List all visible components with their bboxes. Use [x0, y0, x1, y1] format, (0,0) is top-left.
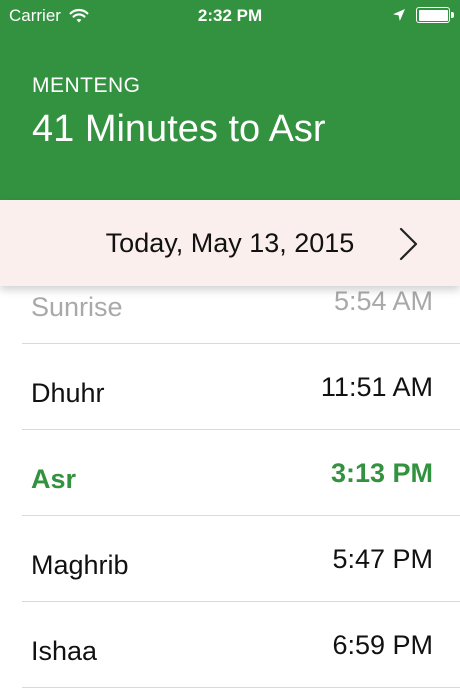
prayer-list: Sunrise 5:54 AM Dhuhr 11:51 AM Asr 3:13 …	[0, 258, 460, 688]
countdown-title: 41 Minutes to Asr	[32, 108, 326, 150]
prayer-name: Ishaa	[31, 636, 98, 666]
prayer-name: Asr	[31, 464, 77, 494]
prayer-time: 3:13 PM	[330, 458, 433, 488]
prayer-name: Maghrib	[31, 550, 129, 580]
prayer-row-ishaa[interactable]: Ishaa 6:59 PM	[22, 602, 460, 688]
prayer-row-asr[interactable]: Asr 3:13 PM	[22, 430, 460, 516]
chevron-right-icon[interactable]	[398, 226, 420, 262]
battery-fill	[418, 9, 448, 21]
status-bar: Carrier 2:32 PM	[0, 0, 460, 32]
prayer-time: 5:47 PM	[332, 544, 433, 574]
prayer-time: 6:59 PM	[332, 630, 433, 660]
location-name: MENTENG	[32, 74, 141, 97]
location-arrow-icon	[393, 9, 405, 21]
prayer-row-maghrib[interactable]: Maghrib 5:47 PM	[22, 516, 460, 602]
status-time: 2:32 PM	[197, 6, 263, 25]
prayer-name: Sunrise	[31, 292, 123, 322]
date-label: Today, May 13, 2015	[105, 228, 355, 258]
battery-icon	[416, 7, 454, 23]
battery-tip	[451, 12, 454, 18]
status-right	[392, 7, 454, 23]
prayer-times-screen: Carrier 2:32 PM MENTENG 41 Minutes to As…	[0, 0, 460, 690]
prayer-time: 11:51 AM	[320, 372, 433, 402]
date-bar: Today, May 13, 2015	[0, 200, 460, 286]
prayer-name: Dhuhr	[31, 378, 105, 408]
prayer-time: 5:54 AM	[333, 286, 433, 316]
header: Carrier 2:32 PM MENTENG 41 Minutes to As…	[0, 0, 460, 200]
prayer-row-dhuhr[interactable]: Dhuhr 11:51 AM	[22, 344, 460, 430]
